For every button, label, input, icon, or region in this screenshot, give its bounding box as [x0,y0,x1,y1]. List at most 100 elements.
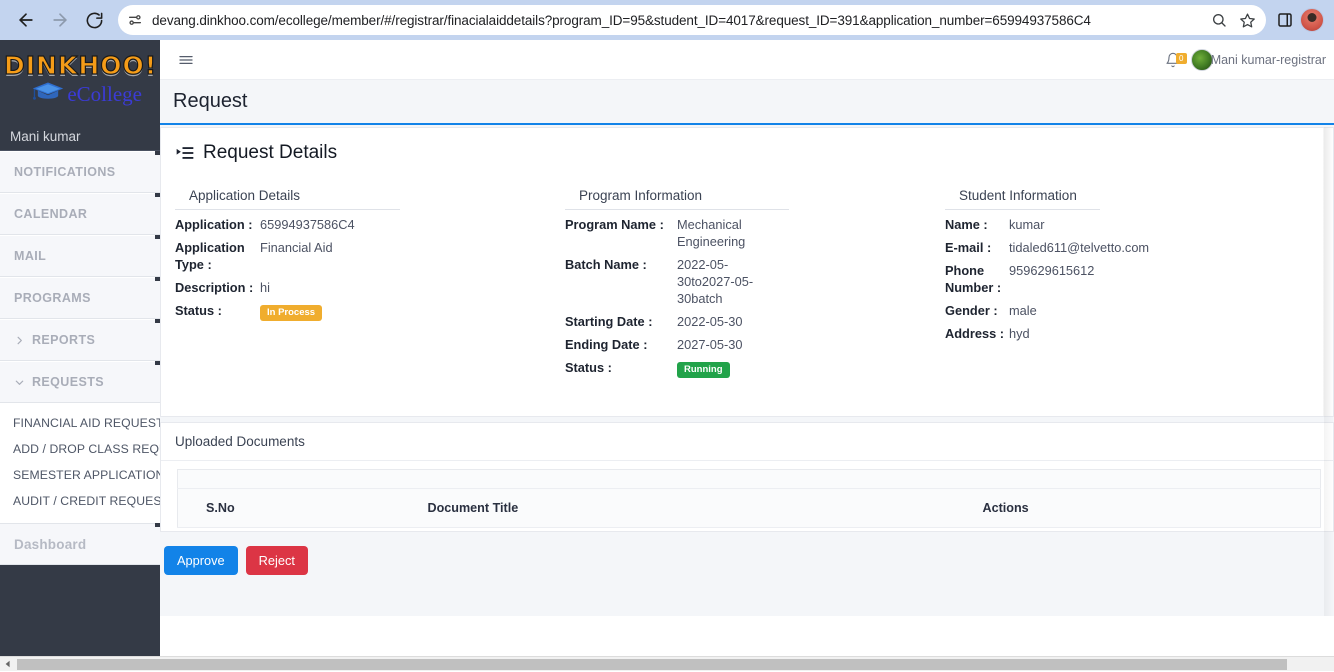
section-divider [175,209,400,210]
sidebar-label-programs: PROGRAMS [14,291,91,305]
chevron-right-icon [14,335,25,346]
sidebar-item-notifications[interactable]: NOTIFICATIONS [0,151,160,193]
sidebar-menu: NOTIFICATIONS CALENDAR MAIL PROGRAMS REP… [0,151,160,565]
uploaded-documents-table-wrap: S.No Document Title Actions [161,461,1333,528]
application-details-title: Application Details [175,188,565,209]
scroll-tick [155,151,160,155]
sidebar-label-calendar: CALENDAR [14,207,87,221]
request-details-title: Request Details [203,142,337,164]
sidebar-item-mail[interactable]: MAIL [0,235,160,277]
uploaded-documents-table: S.No Document Title Actions [177,469,1321,528]
sidebar-item-programs[interactable]: PROGRAMS [0,277,160,319]
field-label: Starting Date : [565,313,677,330]
notifications-button[interactable]: 0 [1159,52,1187,68]
program-information-title: Program Information [565,188,945,209]
user-menu[interactable]: Mani kumar-registrar [1191,49,1328,71]
field-label: Gender : [945,302,1009,319]
sidebar-sublabel-add-drop: ADD / DROP CLASS REQUESTS [13,442,160,456]
student-information-column: Student Information Name : kumar E-mail … [945,188,1305,384]
sidebar-item-audit-credit-request[interactable]: AUDIT / CREDIT REQUEST [0,491,160,511]
reject-button[interactable]: Reject [246,546,308,575]
field-label: Application Type : [175,239,260,273]
field-value: 65994937586C4 [260,216,338,233]
sidebar-label-mail: MAIL [14,249,46,263]
sidebar-item-dashboard[interactable]: Dashboard [0,523,160,565]
table-top-spacer-row [178,470,1321,489]
column-header-sno[interactable]: S.No [178,489,428,528]
sidebar-item-requests[interactable]: REQUESTS [0,361,160,403]
url-text: devang.dinkhoo.com/ecollege/member/#/reg… [148,13,1206,28]
uploaded-documents-card: Uploaded Documents S.No Document Title A… [160,422,1334,532]
field-student-email: E-mail : tidaled611@telvetto.com [945,239,1305,256]
request-actions: Approve Reject [160,532,1334,575]
scroll-tick [155,235,160,239]
page-header: Request [160,80,1334,125]
sidebar-submenu-requests: FINANCIAL AID REQUESTS ADD / DROP CLASS … [0,403,160,523]
profile-avatar[interactable] [1300,8,1324,32]
sidebar-item-calendar[interactable]: CALENDAR [0,193,160,235]
sidebar-sublabel-financial-aid: FINANCIAL AID REQUESTS [13,416,160,430]
field-value: kumar [1009,216,1114,233]
field-student-gender: Gender : male [945,302,1305,319]
logo-subtitle: eCollege [67,83,142,105]
column-header-document-title[interactable]: Document Title [428,489,983,528]
avatar [1191,49,1213,71]
field-label: E-mail : [945,239,1009,256]
card-edge-shadow [1324,127,1334,671]
column-header-actions[interactable]: Actions [983,489,1321,528]
field-program-status: Status : Running [565,359,945,378]
side-panel-icon[interactable] [1276,11,1294,29]
field-label: Address : [945,325,1009,342]
field-label: Status : [565,359,677,378]
sidebar-item-add-drop-class-requests[interactable]: ADD / DROP CLASS REQUESTS [0,439,160,459]
sidebar-label-notifications: NOTIFICATIONS [14,165,116,179]
uploaded-documents-title: Uploaded Documents [161,423,1333,461]
field-value: hyd [1009,325,1114,342]
graduation-cap-icon [31,80,65,107]
program-information-column: Program Information Program Name : Mecha… [565,188,945,384]
logo-text: DINKHOO! [4,50,156,82]
field-ending-date: Ending Date : 2027-05-30 [565,336,945,353]
section-divider [565,209,789,210]
field-application-status: Status : In Process [175,302,565,321]
back-button[interactable] [10,4,42,36]
field-value: 2022-05-30 [677,313,757,330]
site-settings-icon[interactable] [122,7,148,33]
field-label: Application : [175,216,260,233]
topbar: 0 Mani kumar-registrar [160,40,1334,80]
info-columns: Application Details Application : 659949… [161,188,1333,384]
sidebar-label-reports: REPORTS [32,333,95,347]
chevron-down-icon [14,377,25,388]
horizontal-scrollbar[interactable] [0,656,1334,671]
bookmark-star-icon[interactable] [1234,7,1260,33]
scroll-tick [155,361,160,365]
student-information-title: Student Information [945,188,1305,209]
sidebar: DINKHOO! eCollege Mani kumar NOTIFIC [0,40,160,671]
browser-toolbar: devang.dinkhoo.com/ecollege/member/#/reg… [0,0,1334,40]
sidebar-item-semester-applications[interactable]: SEMESTER APPLICATIONS [0,465,160,485]
field-description: Description : hi [175,279,565,296]
field-student-phone: Phone Number : 959629615612 [945,262,1305,296]
address-bar[interactable]: devang.dinkhoo.com/ecollege/member/#/reg… [118,5,1266,35]
scrollbar-thumb[interactable] [17,659,1287,670]
zoom-icon[interactable] [1206,7,1232,33]
hamburger-menu-icon[interactable] [178,52,194,68]
sidebar-label-requests: REQUESTS [32,375,104,389]
forward-button[interactable] [44,4,76,36]
field-value: Mechanical Engineering [677,216,757,250]
application-details-column: Application Details Application : 659949… [175,188,565,384]
status-badge: Running [677,362,730,378]
scroll-tick [155,277,160,281]
reload-button[interactable] [78,4,110,36]
sidebar-item-financial-aid-requests[interactable]: FINANCIAL AID REQUESTS [0,413,160,433]
field-value: 2027-05-30 [677,336,757,353]
request-details-card: Request Details Application Details Appl… [160,127,1334,417]
field-student-address: Address : hyd [945,325,1305,342]
status-badge: In Process [260,305,322,321]
scroll-left-arrow[interactable] [0,657,15,672]
sidebar-item-reports[interactable]: REPORTS [0,319,160,361]
field-value: Financial Aid [260,239,338,273]
approve-button[interactable]: Approve [164,546,238,575]
field-batch-name: Batch Name : 2022-05-30to2027-05-30batch [565,256,945,307]
sidebar-sublabel-semester: SEMESTER APPLICATIONS [13,468,160,482]
